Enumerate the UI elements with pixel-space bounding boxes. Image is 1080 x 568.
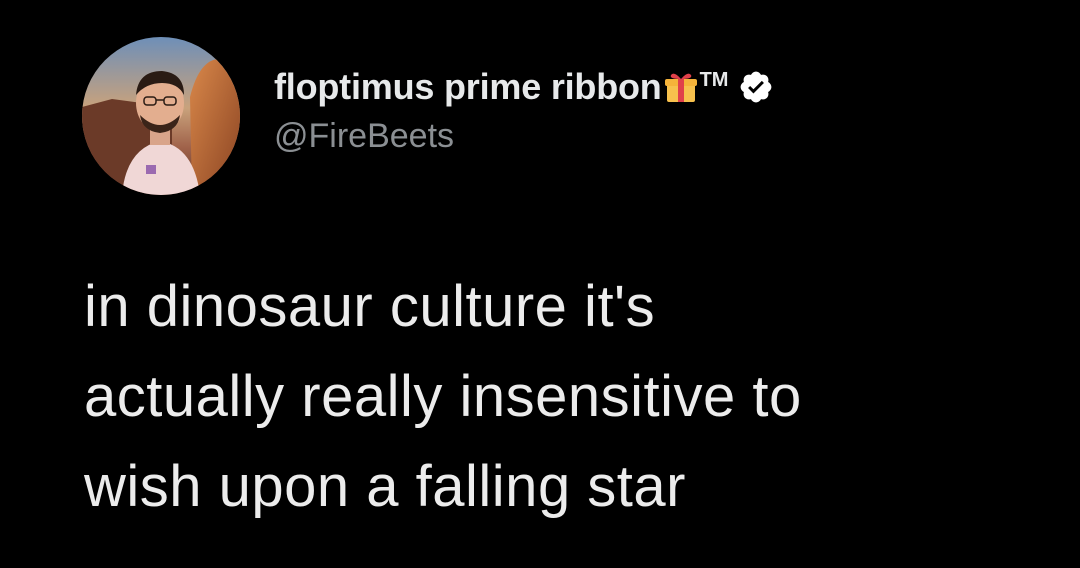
- tweet-text-line: actually really insensitive to: [84, 364, 802, 429]
- tweet-text: in dinosaur culture it's actually really…: [84, 262, 1044, 532]
- tweet-text-line: wish upon a falling star: [84, 454, 686, 519]
- display-name-row: floptimus prime ribbon TM: [274, 63, 774, 111]
- display-name[interactable]: floptimus prime ribbon: [274, 66, 662, 108]
- gift-icon: [664, 70, 698, 104]
- trademark-mark: TM: [699, 68, 729, 91]
- user-handle[interactable]: @FireBeets: [274, 117, 774, 156]
- avatar[interactable]: [82, 37, 240, 195]
- avatar-photo: [82, 37, 240, 195]
- verified-badge-icon: [738, 69, 774, 105]
- user-names: floptimus prime ribbon TM @FireBeets: [274, 63, 774, 156]
- tweet-text-line: in dinosaur culture it's: [84, 274, 656, 339]
- tweet-card: floptimus prime ribbon TM @FireBeets in …: [0, 0, 1080, 568]
- tweet-header: floptimus prime ribbon TM @FireBeets: [82, 37, 774, 195]
